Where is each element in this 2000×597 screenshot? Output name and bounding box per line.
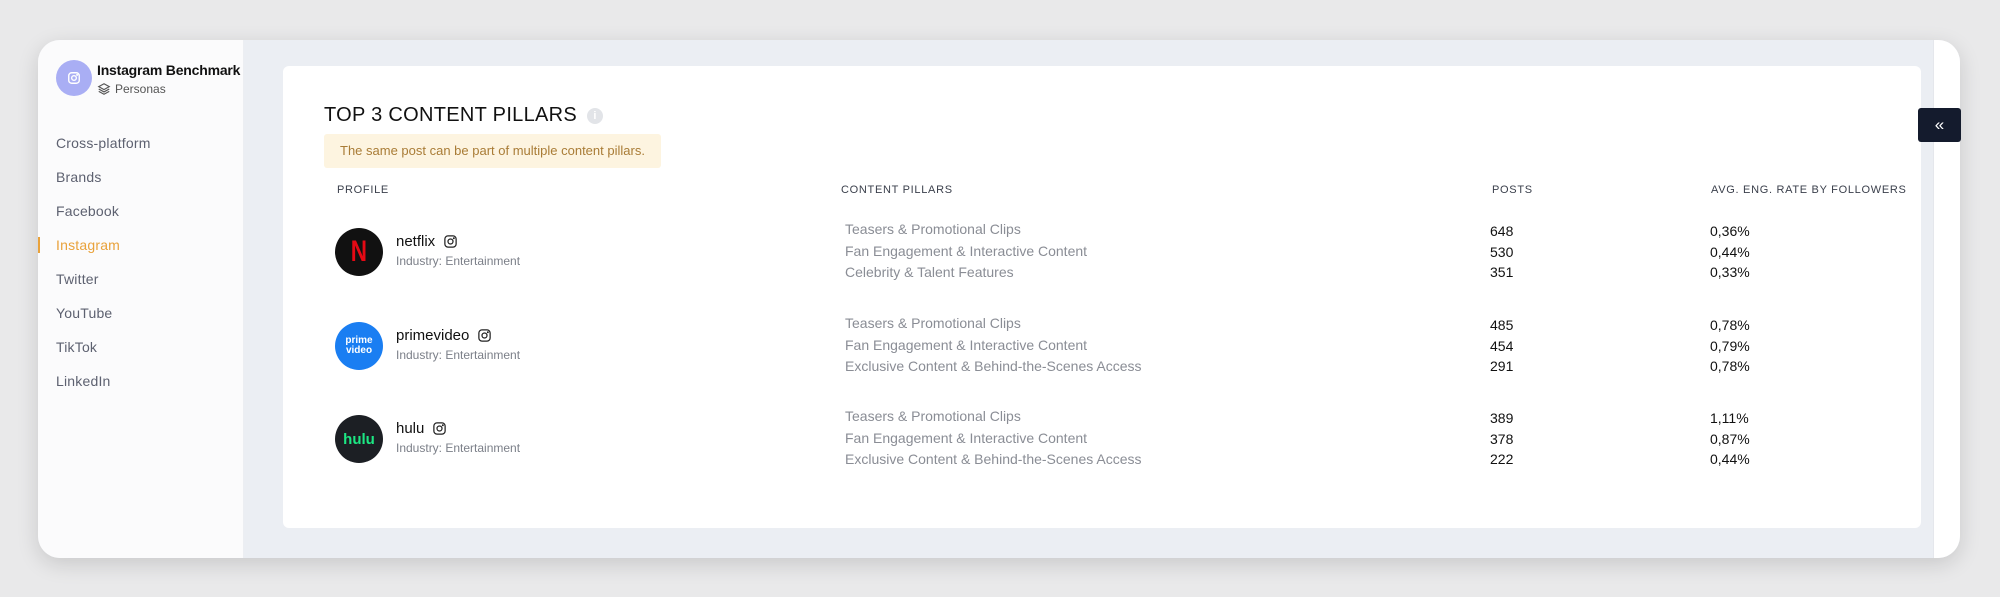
posts-count: 648: [1490, 223, 1514, 239]
column-header-profile: PROFILE: [337, 184, 389, 196]
eng-rate: 0,78%: [1710, 317, 1750, 333]
column-header-content-pillars: CONTENT PILLARS: [841, 184, 953, 196]
posts-count: 351: [1490, 264, 1514, 280]
posts-count: 454: [1490, 337, 1514, 354]
posts-count: 291: [1490, 358, 1514, 374]
posts-list: 389 378 222: [1490, 408, 1513, 470]
instagram-icon: [68, 72, 80, 84]
eng-rate: 0,79%: [1710, 337, 1750, 354]
sidebar-item-cross-platform[interactable]: Cross-platform: [38, 126, 243, 160]
column-header-posts: POSTS: [1492, 184, 1533, 196]
content-pillar: Exclusive Content & Behind-the-Scenes Ac…: [845, 451, 1142, 467]
benchmark-subtitle: Personas: [97, 82, 166, 96]
eng-rate: 0,78%: [1710, 358, 1750, 374]
hulu-logo-text: hulu: [343, 430, 375, 448]
posts-count: 389: [1490, 410, 1514, 426]
instagram-icon: [444, 235, 457, 248]
benchmark-subtitle-text: Personas: [115, 82, 166, 96]
content-pillars-list: Teasers & Promotional Clips Fan Engageme…: [845, 219, 1087, 284]
content-pillars-card: TOP 3 CONTENT PILLARS i The same post ca…: [283, 66, 1921, 528]
content-pillar: Fan Engagement & Interactive Content: [845, 429, 1088, 446]
content-pillars-list: Teasers & Promotional Clips Fan Engageme…: [845, 313, 1142, 378]
hulu-logo: hulu: [335, 415, 383, 463]
content-pillar: Teasers & Promotional Clips: [845, 221, 1021, 237]
instagram-icon: [433, 422, 447, 435]
benchmark-title: Instagram Benchmark: [97, 62, 241, 78]
info-icon[interactable]: i: [587, 107, 604, 124]
sidebar-item-instagram[interactable]: Instagram: [38, 228, 243, 262]
content-pillar: Fan Engagement & Interactive Content: [845, 336, 1088, 353]
posts-count: 530: [1490, 243, 1514, 260]
eng-rate: 0,87%: [1710, 430, 1750, 447]
profile-industry: Industry: Entertainment: [396, 254, 521, 268]
eng-rate: 0,36%: [1710, 223, 1750, 239]
profile-name-text: hulu: [396, 420, 425, 437]
primevideo-logo-text: prime video: [345, 335, 373, 356]
eng-rate: 0,44%: [1710, 451, 1750, 467]
eng-rate: 0,33%: [1710, 264, 1750, 280]
sidebar-nav: Cross-platform Brands Facebook Instagram…: [38, 126, 243, 398]
collapse-panel-button[interactable]: «: [1918, 108, 1961, 142]
profile-industry: Industry: Entertainment: [396, 441, 521, 455]
sidebar-item-youtube[interactable]: YouTube: [38, 296, 243, 330]
netflix-logo-text: N: [350, 235, 368, 268]
section-title: TOP 3 CONTENT PILLARS i: [324, 104, 604, 127]
eng-rate-list: 0,36% 0,44% 0,33%: [1710, 221, 1750, 283]
primevideo-logo: prime video: [335, 322, 383, 370]
table-row: prime video primevideo Industry: Enterta…: [283, 310, 1921, 380]
profile-name-text: primevideo: [396, 327, 470, 344]
section-title-text: TOP 3 CONTENT PILLARS: [324, 104, 578, 126]
sidebar-item-facebook[interactable]: Facebook: [38, 194, 243, 228]
content-pillars-list: Teasers & Promotional Clips Fan Engageme…: [845, 406, 1142, 471]
content-pillar: Exclusive Content & Behind-the-Scenes Ac…: [845, 358, 1142, 374]
profile-industry: Industry: Entertainment: [396, 348, 521, 362]
table-row: hulu hulu Industry: Entertainment Teaser…: [283, 403, 1921, 473]
posts-list: 485 454 291: [1490, 315, 1513, 377]
profile-name: hulu: [396, 420, 447, 437]
sidebar: Instagram Benchmark Personas Cross-platf…: [38, 40, 244, 558]
profile-name: primevideo: [396, 327, 492, 344]
layers-icon: [97, 83, 111, 95]
sidebar-item-linkedin[interactable]: LinkedIn: [38, 364, 243, 398]
eng-rate: 0,44%: [1710, 243, 1750, 260]
eng-rate-list: 0,78% 0,79% 0,78%: [1710, 315, 1750, 377]
sidebar-item-tiktok[interactable]: TikTok: [38, 330, 243, 364]
instagram-avatar[interactable]: [56, 60, 92, 96]
info-note: The same post can be part of multiple co…: [324, 134, 661, 168]
eng-rate: 1,11%: [1710, 410, 1749, 426]
profile-name: netflix: [396, 233, 458, 250]
posts-list: 648 530 351: [1490, 221, 1513, 283]
profile-name-text: netflix: [396, 233, 436, 250]
table-row: N netflix Industry: Entertainment Teaser…: [283, 216, 1921, 286]
posts-count: 378: [1490, 430, 1514, 447]
content-pillar: Celebrity & Talent Features: [845, 264, 1014, 280]
posts-count: 485: [1490, 317, 1514, 333]
posts-count: 222: [1490, 451, 1514, 467]
content-pillar: Teasers & Promotional Clips: [845, 315, 1021, 331]
instagram-icon: [478, 329, 492, 342]
sidebar-item-twitter[interactable]: Twitter: [38, 262, 243, 296]
content-pillar: Fan Engagement & Interactive Content: [845, 242, 1088, 259]
sidebar-item-brands[interactable]: Brands: [38, 160, 243, 194]
netflix-logo: N: [335, 228, 383, 276]
content-pillar: Teasers & Promotional Clips: [845, 408, 1021, 424]
column-header-avg-eng-rate: AVG. ENG. RATE BY FOLLOWERS: [1711, 184, 1907, 196]
eng-rate-list: 1,11% 0,87% 0,44%: [1710, 408, 1750, 470]
app-window: Instagram Benchmark Personas Cross-platf…: [38, 40, 1960, 558]
